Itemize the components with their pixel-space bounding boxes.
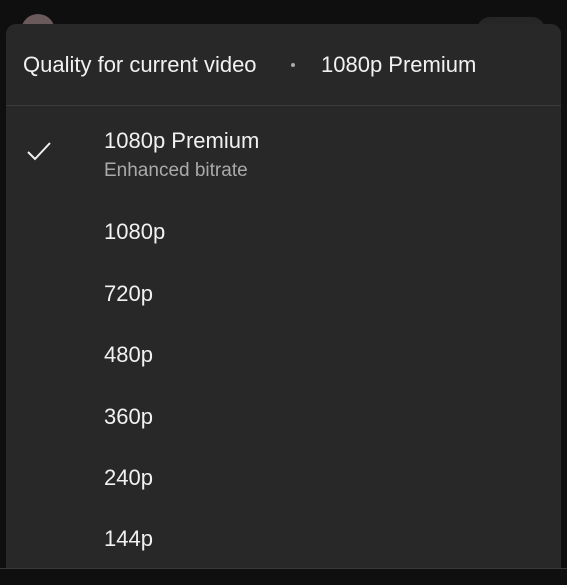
quality-option-480p[interactable]: 480p (6, 327, 561, 383)
quality-option-720p[interactable]: 720p (6, 266, 561, 322)
quality-option-240p[interactable]: 240p (6, 450, 561, 506)
quality-option-360p[interactable]: 360p (6, 389, 561, 445)
option-label: 240p (104, 465, 153, 490)
option-label: 1080p Premium (104, 128, 260, 153)
quality-sheet: Quality for current video 1080p Premium … (6, 24, 561, 569)
bottom-divider (0, 568, 567, 585)
sheet-header: Quality for current video 1080p Premium (6, 24, 561, 106)
quality-screen: Quality for current video 1080p Premium … (0, 0, 567, 585)
quality-option-1080p-premium[interactable]: 1080p Premium Enhanced bitrate (6, 116, 561, 194)
sheet-title: Quality for current video (23, 52, 257, 77)
option-sublabel: Enhanced bitrate (104, 160, 248, 181)
check-icon (27, 142, 51, 161)
option-label: 1080p (104, 219, 166, 244)
option-label: 480p (104, 342, 153, 367)
option-label: 720p (104, 281, 153, 306)
quality-option-144p[interactable]: 144p (6, 511, 561, 567)
quality-option-1080p[interactable]: 1080p (6, 204, 561, 260)
option-label: 144p (104, 526, 153, 551)
current-quality: 1080p Premium (321, 52, 477, 77)
separator-dot (291, 63, 295, 67)
option-label: 360p (104, 404, 153, 429)
